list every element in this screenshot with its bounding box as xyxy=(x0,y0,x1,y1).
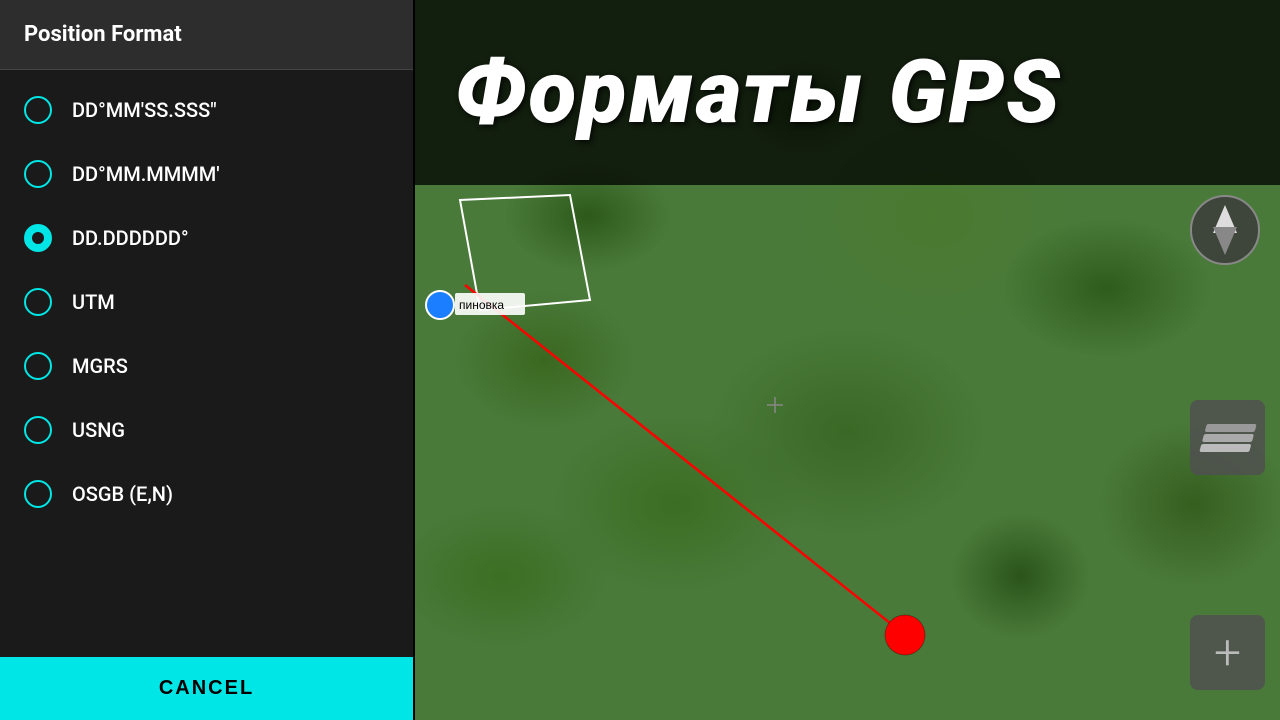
option-label-dd_dddddd: DD.DDDDDD° xyxy=(72,226,189,250)
radio-osgb xyxy=(24,480,52,508)
layer-icon xyxy=(1199,444,1251,452)
options-list: DD°MM'SS.SSS" DD°MM.MMMM' DD.DDDDDD° UTM MGR… xyxy=(0,70,413,657)
option-label-dd_mm_ss: DD°MM'SS.SSS" xyxy=(72,98,217,122)
zoom-in-button[interactable]: + xyxy=(1190,615,1265,690)
cancel-button[interactable]: CANCEL xyxy=(0,657,413,720)
radio-dd_mm_mmmm xyxy=(24,160,52,188)
radio-dd_mm_ss xyxy=(24,96,52,124)
compass-widget xyxy=(1190,195,1260,265)
dialog-header: Position Format xyxy=(0,0,413,70)
radio-mgrs xyxy=(24,352,52,380)
svg-text:пиновка: пиновка xyxy=(459,298,504,312)
option-label-dd_mm_mmmm: DD°MM.MMMM' xyxy=(72,162,220,186)
option-item-dd_dddddd[interactable]: DD.DDDDDD° xyxy=(0,206,413,270)
map-overlay-svg: пиновка xyxy=(415,0,1280,720)
option-item-dd_mm_mmmm[interactable]: DD°MM.MMMM' xyxy=(0,142,413,206)
map-area: Форматы GPS пиновка + xyxy=(415,0,1280,720)
option-label-usng: USNG xyxy=(72,418,125,442)
radio-usng xyxy=(24,416,52,444)
option-label-mgrs: MGRS xyxy=(72,354,128,378)
radio-utm xyxy=(24,288,52,316)
layer-icon xyxy=(1204,424,1256,432)
option-label-utm: UTM xyxy=(72,290,115,314)
option-item-osgb[interactable]: OSGB (E,N) xyxy=(0,462,413,526)
option-item-dd_mm_ss[interactable]: DD°MM'SS.SSS" xyxy=(0,78,413,142)
option-item-utm[interactable]: UTM xyxy=(0,270,413,334)
option-item-mgrs[interactable]: MGRS xyxy=(0,334,413,398)
radio-dd_dddddd xyxy=(24,224,52,252)
dialog-panel: Position Format DD°MM'SS.SSS" DD°MM.MMMM'… xyxy=(0,0,413,720)
layer-icon xyxy=(1201,434,1253,442)
option-label-osgb: OSGB (E,N) xyxy=(72,482,173,506)
option-item-usng[interactable]: USNG xyxy=(0,398,413,462)
layers-widget[interactable] xyxy=(1190,400,1265,475)
dialog-title: Position Format xyxy=(24,22,182,47)
